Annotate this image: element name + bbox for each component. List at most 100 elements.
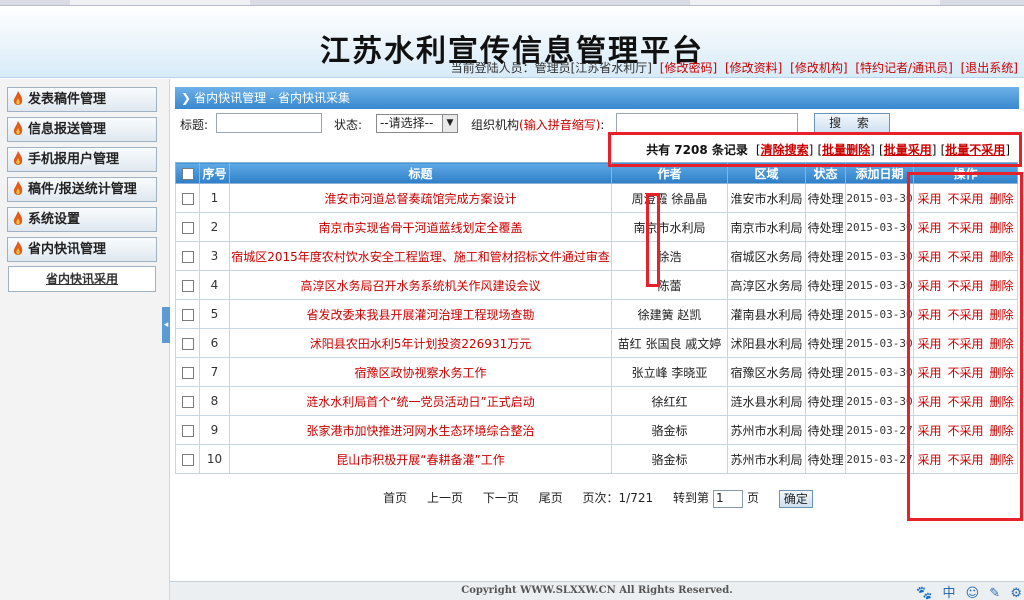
current-user-label: 当前登陆人员：管理员[江苏省水利厅] xyxy=(450,61,652,75)
news-table: 序号 标题 作者 区域 状态 添加日期 操作 1 淮安市河道总督奏疏馆完成方案设计… xyxy=(175,162,1018,474)
row-title-link[interactable]: 涟水水利局首个“统一党员活动日”正式启动 xyxy=(229,386,612,416)
paw-icon[interactable]: 🐾 xyxy=(916,586,932,600)
sidebar-item-mobile-users[interactable]: 手机报用户管理 xyxy=(7,147,157,172)
title-filter-label: 标题: xyxy=(180,118,209,132)
row-select-cell[interactable] xyxy=(175,415,200,445)
browser-tab[interactable] xyxy=(70,0,250,5)
row-checkbox[interactable] xyxy=(181,279,194,292)
row-select-cell[interactable] xyxy=(175,241,200,271)
row-author: 徐浩 xyxy=(611,241,728,271)
title-filter-input[interactable] xyxy=(216,113,322,133)
last-page-link[interactable]: 尾页 xyxy=(539,491,563,505)
zhong-icon[interactable]: 中 xyxy=(942,586,955,600)
select-all-checkbox[interactable] xyxy=(181,167,194,180)
footer-copyright: Copyright WWW.SLXXW.CN All Rights Reserv… xyxy=(170,581,1024,600)
gear-icon[interactable]: ⚙ xyxy=(1010,586,1022,600)
browser-tab[interactable] xyxy=(690,0,940,5)
row-title-link[interactable]: 张家港市加快推进河网水生态环境综合整治 xyxy=(229,415,612,445)
row-status: 待处理 xyxy=(805,357,846,387)
row-checkbox[interactable] xyxy=(181,395,194,408)
column-header: 标题 xyxy=(229,162,612,184)
first-page-link[interactable]: 首页 xyxy=(383,491,407,505)
pagination: 首页 上一页 下一页 尾页 页次：1/721 转到第 1 页 确定 xyxy=(172,489,1024,508)
sidebar-subitem-news-adopt[interactable]: 省内快讯采用 xyxy=(8,266,156,292)
row-select-cell[interactable] xyxy=(175,444,200,474)
row-title-link[interactable]: 南京市实现省骨干河道蓝线划定全覆盖 xyxy=(229,212,612,242)
edit-profile-link[interactable]: [修改资料] xyxy=(725,61,782,75)
row-title-link[interactable]: 高淳区水务局召开水务系统机关作风建设会议 xyxy=(229,270,612,300)
row-select-cell[interactable] xyxy=(175,299,200,329)
row-select-cell[interactable] xyxy=(175,270,200,300)
row-title-link[interactable]: 宿城区2015年度农村饮水安全工程监理、施工和管材招标文件通过审查 xyxy=(229,241,612,271)
highlight-box-batch-actions xyxy=(608,132,1022,167)
row-region: 宿城区水务局 xyxy=(727,241,806,271)
search-button[interactable]: 搜 索 xyxy=(814,113,890,134)
row-select-cell[interactable] xyxy=(175,212,200,242)
status-select-value: --请选择-- xyxy=(380,116,434,130)
sidebar-collapse-toggle[interactable]: ◂ xyxy=(162,307,170,343)
column-header: 序号 xyxy=(199,162,230,184)
reporter-link[interactable]: [特约记者/通讯员] xyxy=(855,61,952,75)
row-title-link[interactable]: 沭阳县农田水利5年计划投资226931万元 xyxy=(229,328,612,358)
table-row: 9 张家港市加快推进河网水生态环境综合整治 骆金标 苏州市水利局 待处理 2015-03-… xyxy=(175,415,1018,445)
table-row: 5 省发改委来我县开展灌河治理工程现场查勘 徐建簧 赵凯 灌南县水利局 待处理 2015-… xyxy=(175,299,1018,329)
row-checkbox[interactable] xyxy=(181,192,194,205)
ime-toolbar: 🐾 中 ☺ ✎ ⚙ xyxy=(910,582,1022,600)
sidebar-item-articles[interactable]: 发表稿件管理 xyxy=(7,87,157,112)
sidebar-item-label: 手机报用户管理 xyxy=(28,152,120,167)
row-number: 7 xyxy=(199,357,230,387)
row-title-link[interactable]: 宿豫区政协视察水务工作 xyxy=(229,357,612,387)
sidebar-item-news[interactable]: 省内快讯管理 xyxy=(7,237,157,262)
row-status: 待处理 xyxy=(805,270,846,300)
sidebar-item-reports[interactable]: 信息报送管理 xyxy=(7,117,157,142)
row-select-cell[interactable] xyxy=(175,357,200,387)
row-checkbox[interactable] xyxy=(181,337,194,350)
row-checkbox[interactable] xyxy=(181,308,194,321)
pen-icon[interactable]: ✎ xyxy=(989,586,1000,600)
row-checkbox[interactable] xyxy=(181,453,194,466)
chevron-right-icon: ❯ xyxy=(181,91,192,105)
row-checkbox[interactable] xyxy=(181,424,194,437)
row-checkbox[interactable] xyxy=(181,221,194,234)
sidebar-item-statistics[interactable]: 稿件/报送统计管理 xyxy=(7,177,157,202)
prev-page-link[interactable]: 上一页 xyxy=(427,491,463,505)
row-number: 8 xyxy=(199,386,230,416)
row-date: 2015-03-30 xyxy=(845,241,914,271)
edit-org-link[interactable]: [修改机构] xyxy=(790,61,847,75)
smile-icon[interactable]: ☺ xyxy=(966,586,980,600)
row-checkbox[interactable] xyxy=(181,250,194,263)
row-title-link[interactable]: 淮安市河道总督奏疏馆完成方案设计 xyxy=(229,183,612,213)
row-number: 6 xyxy=(199,328,230,358)
select-all-header[interactable] xyxy=(175,162,200,184)
flame-icon xyxy=(13,151,23,165)
row-author: 骆金标 xyxy=(611,444,728,474)
table-row: 8 涟水水利局首个“统一党员活动日”正式启动 徐红红 涟水县水利局 待处理 2015-03… xyxy=(175,386,1018,416)
row-select-cell[interactable] xyxy=(175,386,200,416)
row-select-cell[interactable] xyxy=(175,183,200,213)
row-date: 2015-03-30 xyxy=(845,299,914,329)
row-number: 1 xyxy=(199,183,230,213)
row-title-link[interactable]: 昆山市积极开展“春耕备灌”工作 xyxy=(229,444,612,474)
row-status: 待处理 xyxy=(805,415,846,445)
row-select-cell[interactable] xyxy=(175,328,200,358)
row-region: 高淳区水务局 xyxy=(727,270,806,300)
status-select[interactable]: --请选择-- ▼ xyxy=(376,114,458,133)
sidebar-item-label: 信息报送管理 xyxy=(28,122,107,137)
chevron-down-icon[interactable]: ▼ xyxy=(442,115,457,132)
sidebar-item-label: 系统设置 xyxy=(28,212,81,227)
user-bar: 当前登陆人员：管理员[江苏省水利厅] [修改密码] [修改资料] [修改机构] … xyxy=(451,59,1018,76)
row-status: 待处理 xyxy=(805,328,846,358)
goto-confirm-button[interactable]: 确定 xyxy=(778,489,813,508)
change-password-link[interactable]: [修改密码] xyxy=(660,61,717,75)
table-row: 2 南京市实现省骨干河道蓝线划定全覆盖 南京市水利局 南京市水利局 待处理 2015-03… xyxy=(175,212,1018,242)
org-filter-input[interactable] xyxy=(616,113,798,133)
logout-link[interactable]: [退出系统] xyxy=(961,61,1018,75)
row-region: 淮安市水利局 xyxy=(727,183,806,213)
row-checkbox[interactable] xyxy=(181,366,194,379)
sidebar-item-settings[interactable]: 系统设置 xyxy=(7,207,157,232)
row-title-link[interactable]: 省发改委来我县开展灌河治理工程现场查勘 xyxy=(229,299,612,329)
goto-page-input[interactable]: 1 xyxy=(712,489,743,508)
flame-icon xyxy=(13,241,23,255)
next-page-link[interactable]: 下一页 xyxy=(483,491,519,505)
row-date: 2015-03-30 xyxy=(845,386,914,416)
